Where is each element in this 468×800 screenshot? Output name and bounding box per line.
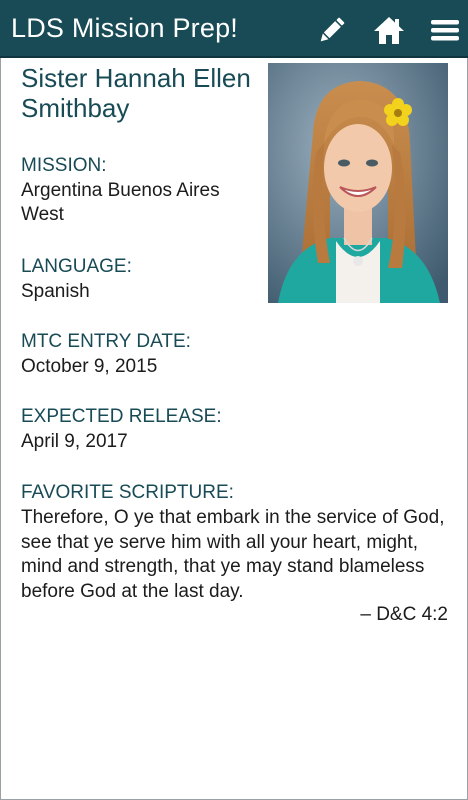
favorite-scripture-text: Therefore, O ye that embark in the servi…: [21, 507, 445, 602]
missionary-photo: [268, 63, 448, 303]
app-bar: LDS Mission Prep!: [0, 0, 468, 58]
mtc-entry-date-value: October 9, 2015: [21, 356, 158, 377]
mission-value: Argentina Buenos Aires West: [21, 180, 220, 225]
favorite-scripture-label: FAVORITE SCRIPTURE:: [21, 482, 234, 503]
app-title: LDS Mission Prep!: [11, 13, 238, 43]
hamburger-menu-icon[interactable]: [428, 13, 462, 47]
pencil-icon[interactable]: [315, 13, 349, 47]
missionary-name: Sister Hannah Ellen Smithbay: [21, 63, 251, 123]
mtc-entry-date-label: MTC ENTRY DATE:: [21, 331, 191, 352]
scripture-reference: – D&C 4:2: [360, 604, 448, 625]
mission-label: MISSION:: [21, 155, 107, 176]
home-icon[interactable]: [372, 13, 406, 47]
expected-release-value: April 9, 2017: [21, 431, 128, 452]
language-value: Spanish: [21, 281, 90, 302]
language-label: LANGUAGE:: [21, 256, 132, 277]
expected-release-label: EXPECTED RELEASE:: [21, 406, 222, 427]
